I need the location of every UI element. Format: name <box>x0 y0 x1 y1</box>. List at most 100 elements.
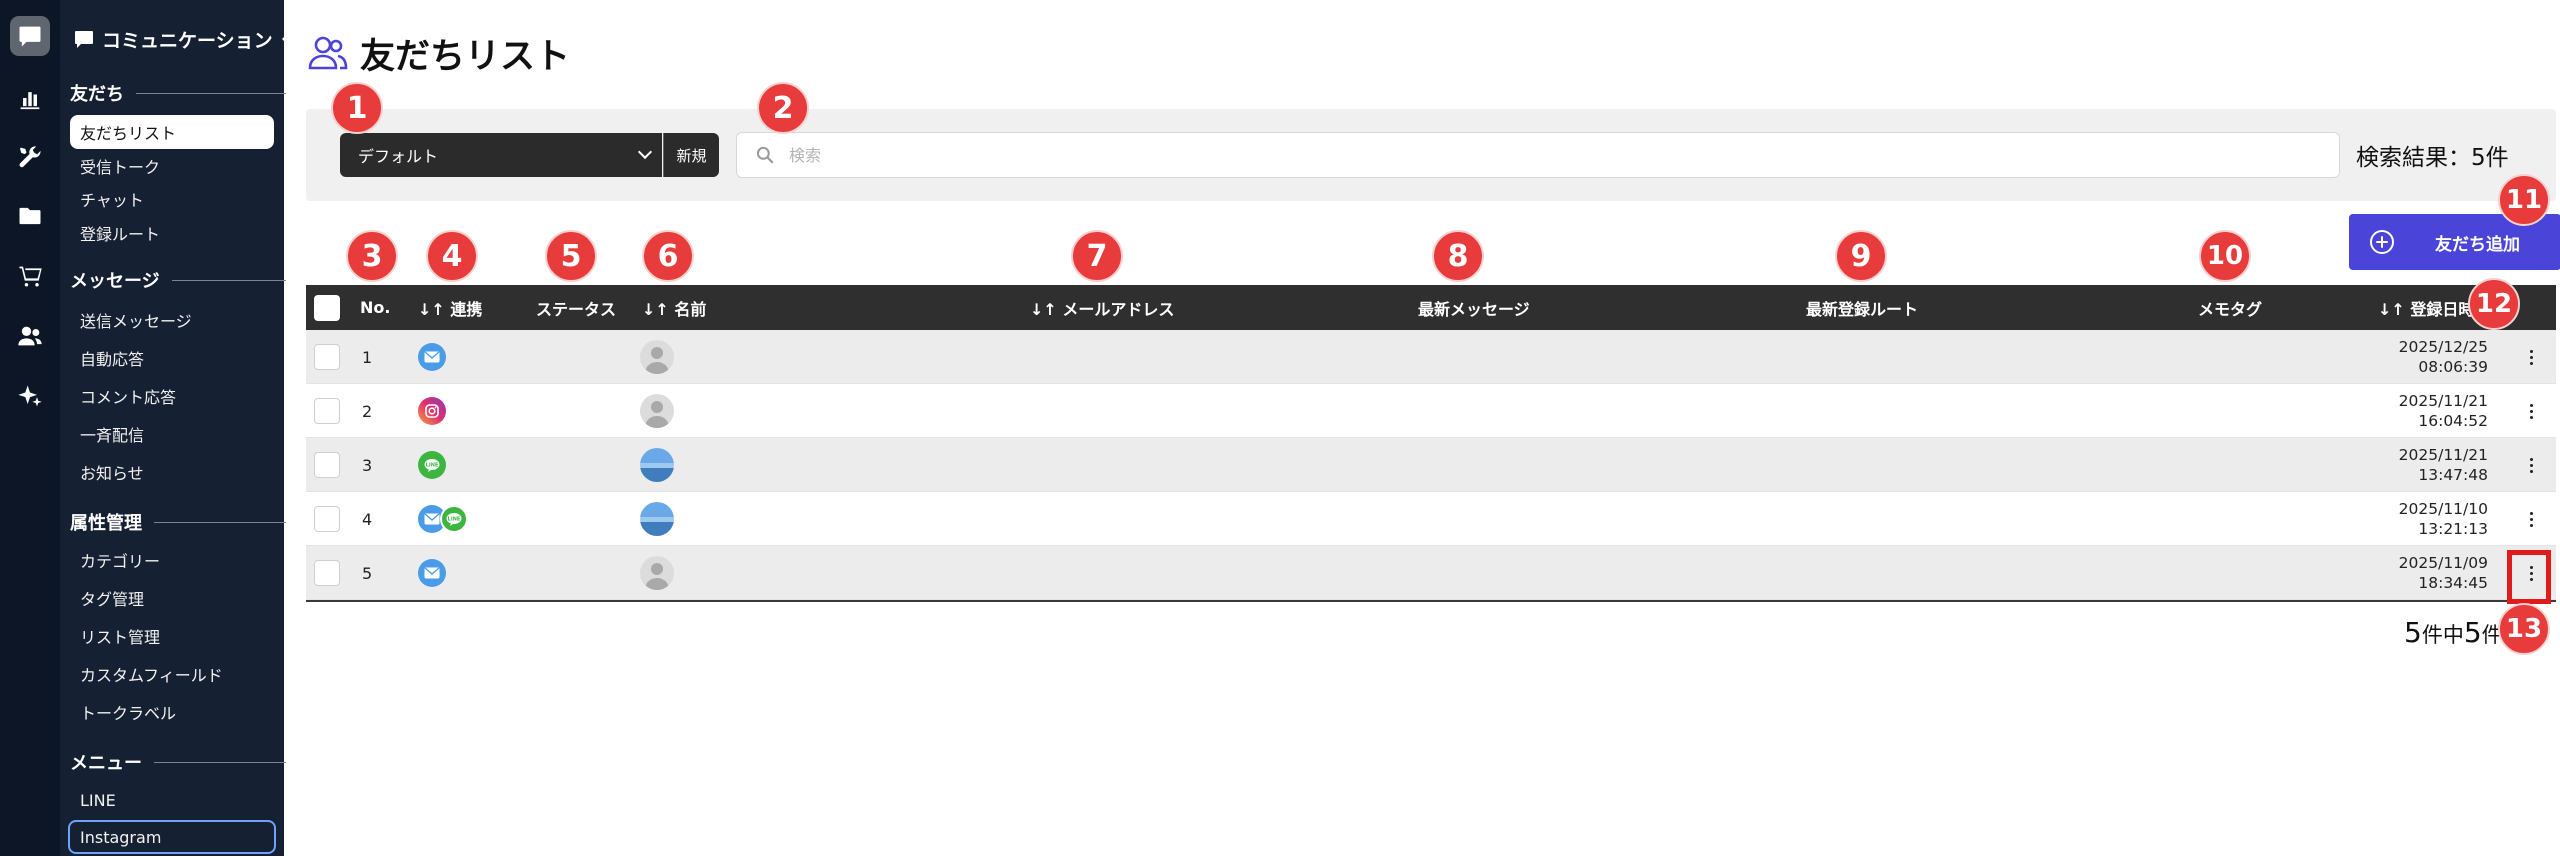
main-content: 友だちリスト デフォルト 新規 検索結果：5件 友だち追加 No. ↓↑ 連携 … <box>284 0 2560 856</box>
line-icon: LINE <box>440 505 468 533</box>
annotation-marker: 7 <box>1071 230 1123 282</box>
table-row[interactable]: 4 LINE 2025/11/10 13:21:13 <box>306 492 2556 546</box>
more-vertical-icon[interactable] <box>2518 344 2544 370</box>
plus-circle-icon <box>2370 230 2394 254</box>
annotation-marker: 11 <box>2498 174 2550 226</box>
search-icon <box>756 146 774 164</box>
annotation-marker: 9 <box>1835 230 1887 282</box>
sidebar-item-instagram[interactable]: Instagram <box>68 820 276 854</box>
row-menu-button[interactable] <box>2518 492 2544 546</box>
sidebar-header: コミュニケーション <box>72 24 273 54</box>
channel-cell <box>418 384 446 438</box>
cart-icon[interactable] <box>10 256 50 296</box>
sidebar: コミュニケーション 友だち 友だちリスト 受信トーク チャット 登録ルート メッ… <box>60 0 291 856</box>
row-checkbox[interactable] <box>314 492 340 546</box>
col-latest-route: 最新登録ルート <box>1806 299 1919 319</box>
col-email[interactable]: ↓↑ メールアドレス <box>1030 285 1174 330</box>
highlight-box <box>2507 550 2551 604</box>
col-channel[interactable]: ↓↑ 連携 <box>418 285 482 330</box>
icon-rail <box>0 0 60 856</box>
add-friend-label: 友だち追加 <box>2435 234 2520 255</box>
table-header: No. ↓↑ 連携 ステータス ↓↑ 名前 ↓↑ メールアドレス 最新メッセージ… <box>306 285 2556 330</box>
annotation-marker: 3 <box>346 230 398 282</box>
annotation-marker: 1 <box>331 82 383 134</box>
col-no: No. <box>360 298 391 317</box>
chat-icon[interactable] <box>10 16 50 56</box>
chevron-down-icon <box>637 144 653 160</box>
select-all-checkbox[interactable] <box>314 285 340 330</box>
row-no: 5 <box>362 563 373 583</box>
table-row[interactable]: 2 2025/11/21 16:04:52 <box>306 384 2556 438</box>
search-input[interactable] <box>789 145 2289 165</box>
avatar <box>640 384 674 438</box>
sidebar-header-label: コミュニケーション <box>102 29 273 52</box>
annotation-marker: 13 <box>2498 603 2550 655</box>
tools-icon[interactable] <box>10 137 50 177</box>
line-icon: LINE <box>418 451 446 479</box>
annotation-marker: 5 <box>545 230 597 282</box>
channel-cell: LINE <box>418 438 446 492</box>
row-checkbox[interactable] <box>314 384 340 438</box>
svg-text:LINE: LINE <box>426 463 439 469</box>
registered-at: 2025/11/21 16:04:52 <box>2398 392 2488 430</box>
preset-select[interactable]: デフォルト <box>340 133 662 177</box>
page-title: 友だちリスト <box>308 30 571 77</box>
filter-bar: デフォルト 新規 検索結果：5件 <box>306 109 2556 201</box>
row-checkbox[interactable] <box>314 330 340 384</box>
row-menu-button[interactable] <box>2518 330 2544 384</box>
new-preset-button[interactable]: 新規 <box>663 133 719 177</box>
row-checkbox[interactable] <box>314 546 340 600</box>
svg-text:LINE: LINE <box>448 517 461 523</box>
row-no: 1 <box>362 347 373 367</box>
registered-at: 2025/11/21 13:47:48 <box>2398 446 2488 484</box>
pagination-summary: 5件中5件 <box>2404 616 2503 649</box>
col-name[interactable]: ↓↑ 名前 <box>642 285 706 330</box>
page-title-text: 友だちリスト <box>360 36 571 77</box>
mail-icon <box>418 343 446 371</box>
row-checkbox[interactable] <box>314 438 340 492</box>
instagram-icon <box>418 397 446 425</box>
avatar <box>640 546 674 600</box>
search-box[interactable] <box>736 132 2340 178</box>
more-vertical-icon[interactable] <box>2518 398 2544 424</box>
col-registered-at[interactable]: ↓↑ 登録日時 <box>2378 285 2474 330</box>
registered-at: 2025/11/10 13:21:13 <box>2398 500 2488 538</box>
users-icon <box>308 36 348 70</box>
annotation-marker: 2 <box>757 82 809 134</box>
row-menu-button[interactable] <box>2518 438 2544 492</box>
registered-at: 2025/11/09 18:34:45 <box>2398 554 2488 592</box>
table-row[interactable]: 5 2025/11/09 18:34:45 <box>306 546 2556 600</box>
row-menu-button[interactable] <box>2518 384 2544 438</box>
registered-at: 2025/12/25 08:06:39 <box>2398 338 2488 376</box>
sparkle-icon[interactable] <box>10 376 50 416</box>
avatar <box>640 492 674 546</box>
channel-cell <box>418 546 446 600</box>
friends-table: No. ↓↑ 連携 ステータス ↓↑ 名前 ↓↑ メールアドレス 最新メッセージ… <box>306 285 2556 602</box>
chat-icon <box>75 31 93 48</box>
row-no: 3 <box>362 455 373 475</box>
row-no: 4 <box>362 509 373 529</box>
table-row[interactable]: 1 2025/12/25 08:06:39 <box>306 330 2556 384</box>
annotation-marker: 10 <box>2199 230 2251 282</box>
sidebar-item-friend-list[interactable]: 友だちリスト <box>70 115 274 149</box>
col-latest-message: 最新メッセージ <box>1418 299 1530 319</box>
channel-cell <box>418 330 446 384</box>
annotation-marker: 12 <box>2468 278 2520 330</box>
col-memo-tag: メモタグ <box>2198 299 2263 319</box>
annotation-marker: 6 <box>642 230 694 282</box>
preset-select-value: デフォルト <box>358 147 439 166</box>
result-count: 検索結果：5件 <box>2356 145 2509 171</box>
folder-icon[interactable] <box>10 196 50 236</box>
more-vertical-icon[interactable] <box>2518 452 2544 478</box>
more-vertical-icon[interactable] <box>2518 506 2544 532</box>
col-status: ステータス <box>536 299 617 319</box>
users-icon[interactable] <box>10 316 50 356</box>
row-no: 2 <box>362 401 373 421</box>
channel-cell: LINE <box>418 492 468 546</box>
table-divider <box>306 600 2556 602</box>
avatar <box>640 330 674 384</box>
avatar <box>640 438 674 492</box>
table-row[interactable]: 3 LINE 2025/11/21 13:47:48 <box>306 438 2556 492</box>
annotation-marker: 8 <box>1432 230 1484 282</box>
analytics-icon[interactable] <box>10 78 50 118</box>
